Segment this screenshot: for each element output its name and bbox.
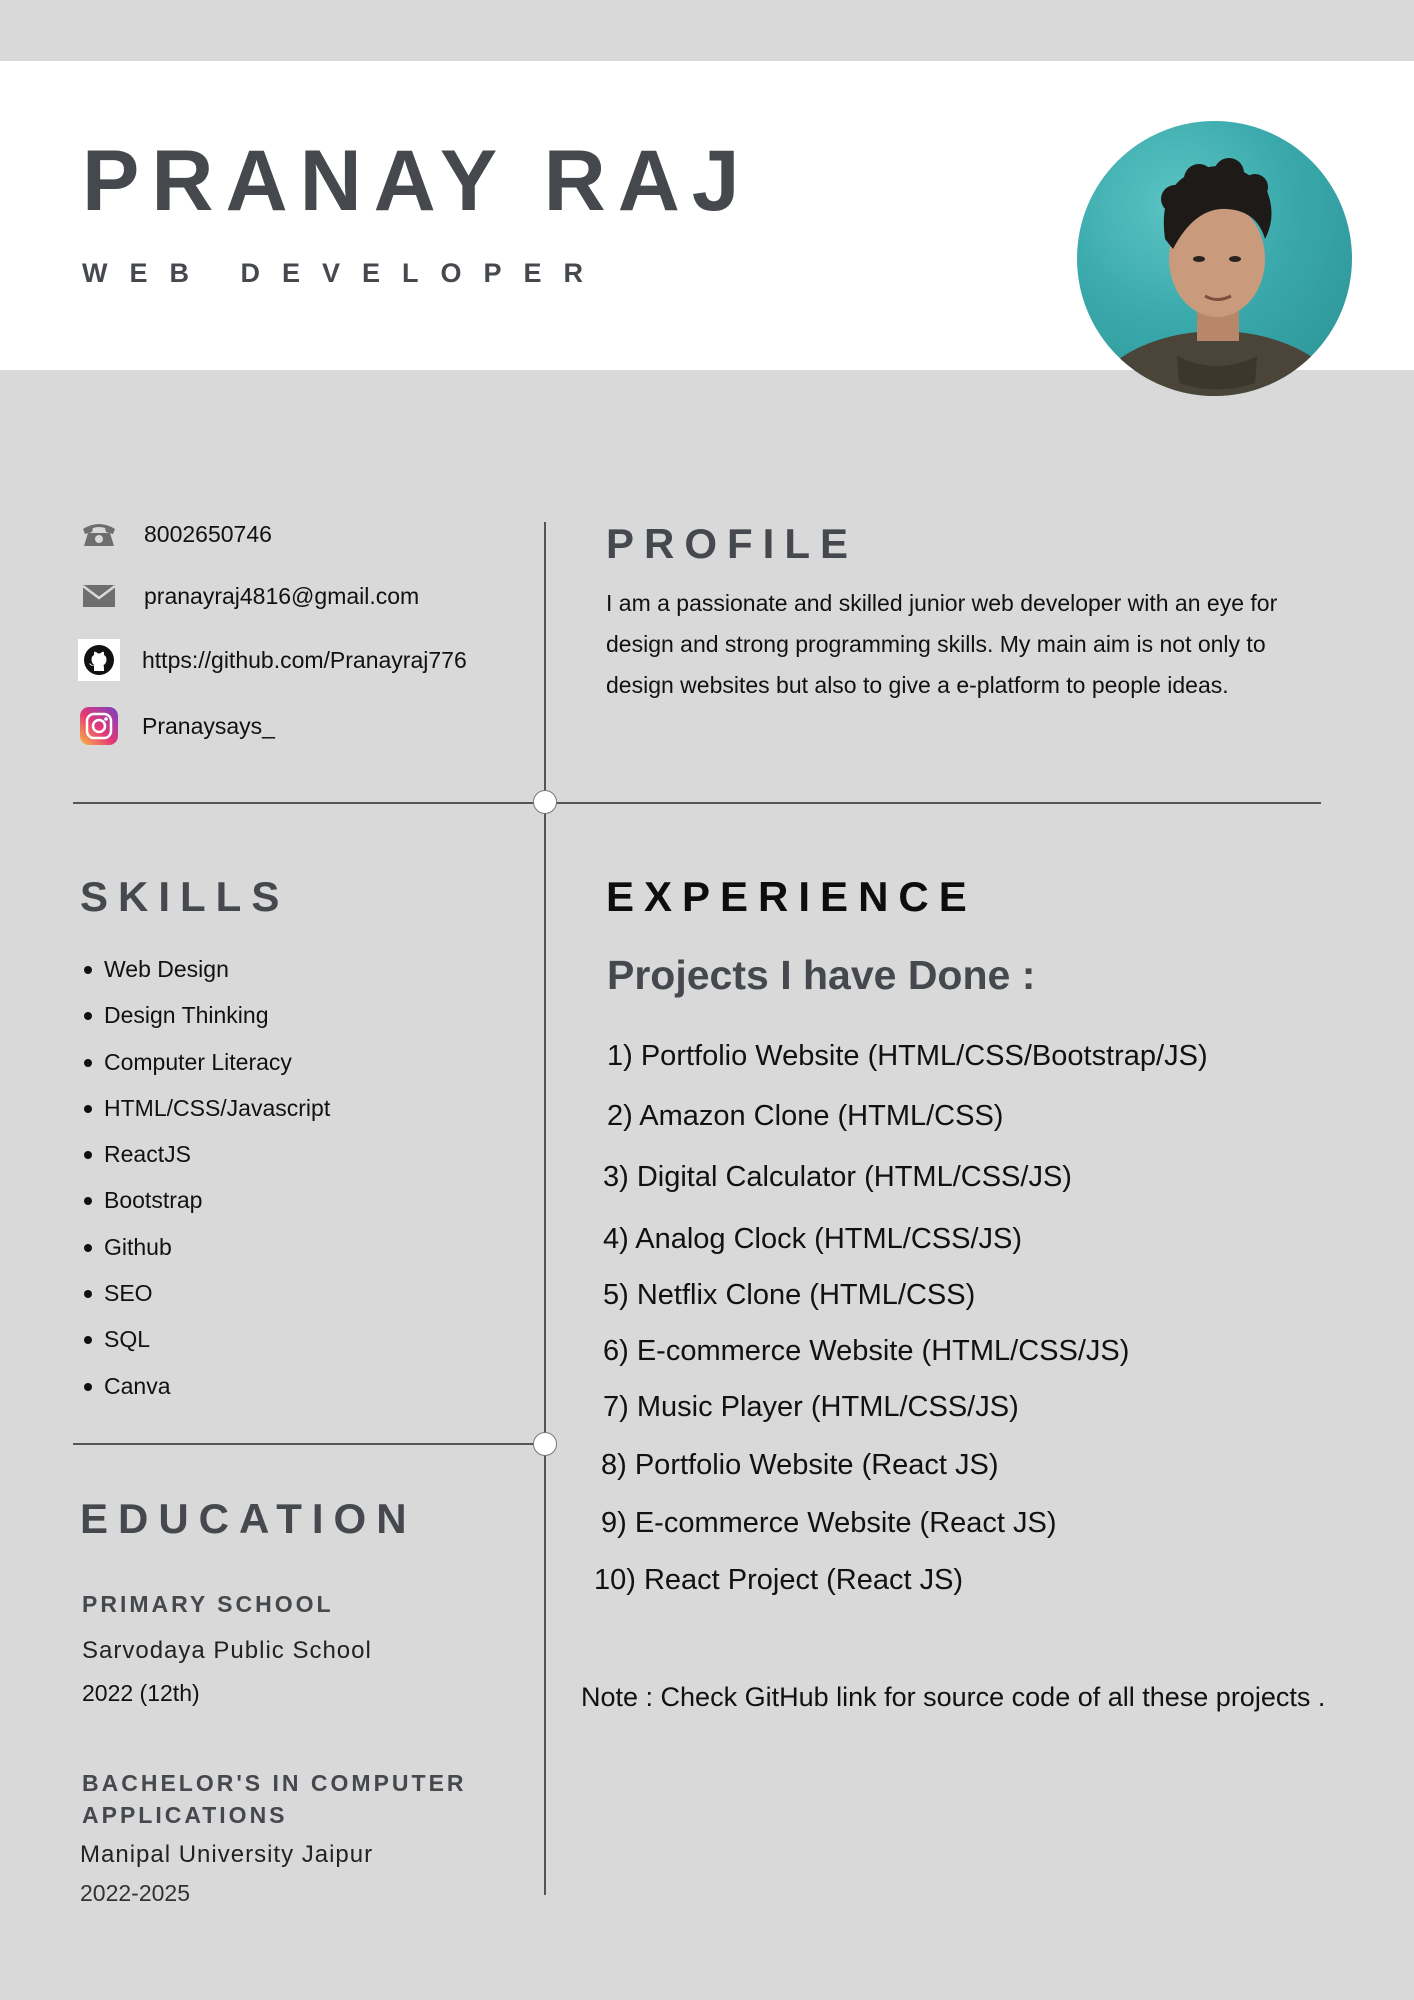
education-institution: Sarvodaya Public School bbox=[82, 1637, 372, 1664]
job-title: WEB DEVELOPER bbox=[82, 258, 606, 288]
github-icon bbox=[78, 639, 120, 681]
project-item: 1) Portfolio Website (HTML/CSS/Bootstrap… bbox=[607, 1040, 1208, 1072]
education-heading: EDUCATION bbox=[80, 1495, 417, 1542]
skills-list: Web Design Design Thinking Computer Lite… bbox=[80, 949, 330, 1412]
person-name: PRANAY RAJ bbox=[82, 133, 752, 229]
horizontal-divider-profile bbox=[73, 802, 1321, 804]
project-item: 4) Analog Clock (HTML/CSS/JS) bbox=[603, 1223, 1023, 1255]
profile-summary: I am a passionate and skilled junior web… bbox=[606, 590, 1278, 698]
horizontal-divider-skills bbox=[73, 1443, 545, 1445]
profile-heading: PROFILE bbox=[606, 520, 859, 567]
education-institution: Manipal University Jaipur bbox=[80, 1841, 374, 1868]
contact-instagram: Pranaysays_ bbox=[78, 704, 275, 748]
contact-email: pranayraj4816@gmail.com bbox=[78, 574, 419, 618]
profile-photo bbox=[1077, 121, 1352, 396]
education-degree: PRIMARY SCHOOL bbox=[82, 1591, 334, 1617]
contact-github: https://github.com/Pranayraj776 bbox=[78, 638, 467, 682]
education-year: 2022-2025 bbox=[80, 1880, 190, 1906]
divider-node bbox=[533, 1432, 557, 1456]
project-item: 9) E-commerce Website (React JS) bbox=[601, 1507, 1057, 1539]
project-item: 3) Digital Calculator (HTML/CSS/JS) bbox=[603, 1161, 1072, 1193]
project-item: 8) Portfolio Website (React JS) bbox=[601, 1449, 999, 1481]
contact-phone: 8002650746 bbox=[78, 512, 272, 556]
avatar-illustration bbox=[1087, 158, 1347, 396]
project-item: 7) Music Player (HTML/CSS/JS) bbox=[603, 1391, 1019, 1423]
skills-heading: SKILLS bbox=[80, 873, 290, 920]
project-item: 6) E-commerce Website (HTML/CSS/JS) bbox=[603, 1335, 1130, 1367]
phone-icon bbox=[78, 513, 120, 555]
divider-node bbox=[533, 790, 557, 814]
skill-item: Computer Literacy bbox=[80, 1042, 330, 1088]
vertical-divider bbox=[544, 522, 546, 1895]
instagram-handle[interactable]: Pranaysays_ bbox=[142, 713, 275, 740]
skill-item: Github bbox=[80, 1227, 330, 1273]
education-degree: BACHELOR'S IN COMPUTER APPLICATIONS bbox=[82, 1770, 467, 1828]
skill-item: Web Design bbox=[80, 949, 330, 995]
skill-item: SEO bbox=[80, 1273, 330, 1319]
instagram-icon bbox=[78, 705, 120, 747]
education-year: 2022 (12th) bbox=[82, 1680, 200, 1706]
project-item: 2) Amazon Clone (HTML/CSS) bbox=[607, 1100, 1004, 1132]
projects-heading: Projects I have Done : bbox=[607, 952, 1036, 998]
project-item: 10) React Project (React JS) bbox=[594, 1564, 964, 1596]
envelope-icon bbox=[78, 575, 120, 617]
experience-heading: EXPERIENCE bbox=[606, 873, 977, 920]
skill-item: SQL bbox=[80, 1319, 330, 1365]
project-item: 5) Netflix Clone (HTML/CSS) bbox=[603, 1279, 976, 1311]
github-link[interactable]: https://github.com/Pranayraj776 bbox=[142, 647, 467, 674]
skill-item: Canva bbox=[80, 1366, 330, 1412]
email-link[interactable]: pranayraj4816@gmail.com bbox=[144, 583, 419, 610]
skill-item: ReactJS bbox=[80, 1134, 330, 1180]
skill-item: Bootstrap bbox=[80, 1180, 330, 1226]
skill-item: Design Thinking bbox=[80, 995, 330, 1041]
skill-item: HTML/CSS/Javascript bbox=[80, 1088, 330, 1134]
projects-note: Note : Check GitHub link for source code… bbox=[581, 1682, 1326, 1712]
phone-number: 8002650746 bbox=[144, 520, 272, 547]
